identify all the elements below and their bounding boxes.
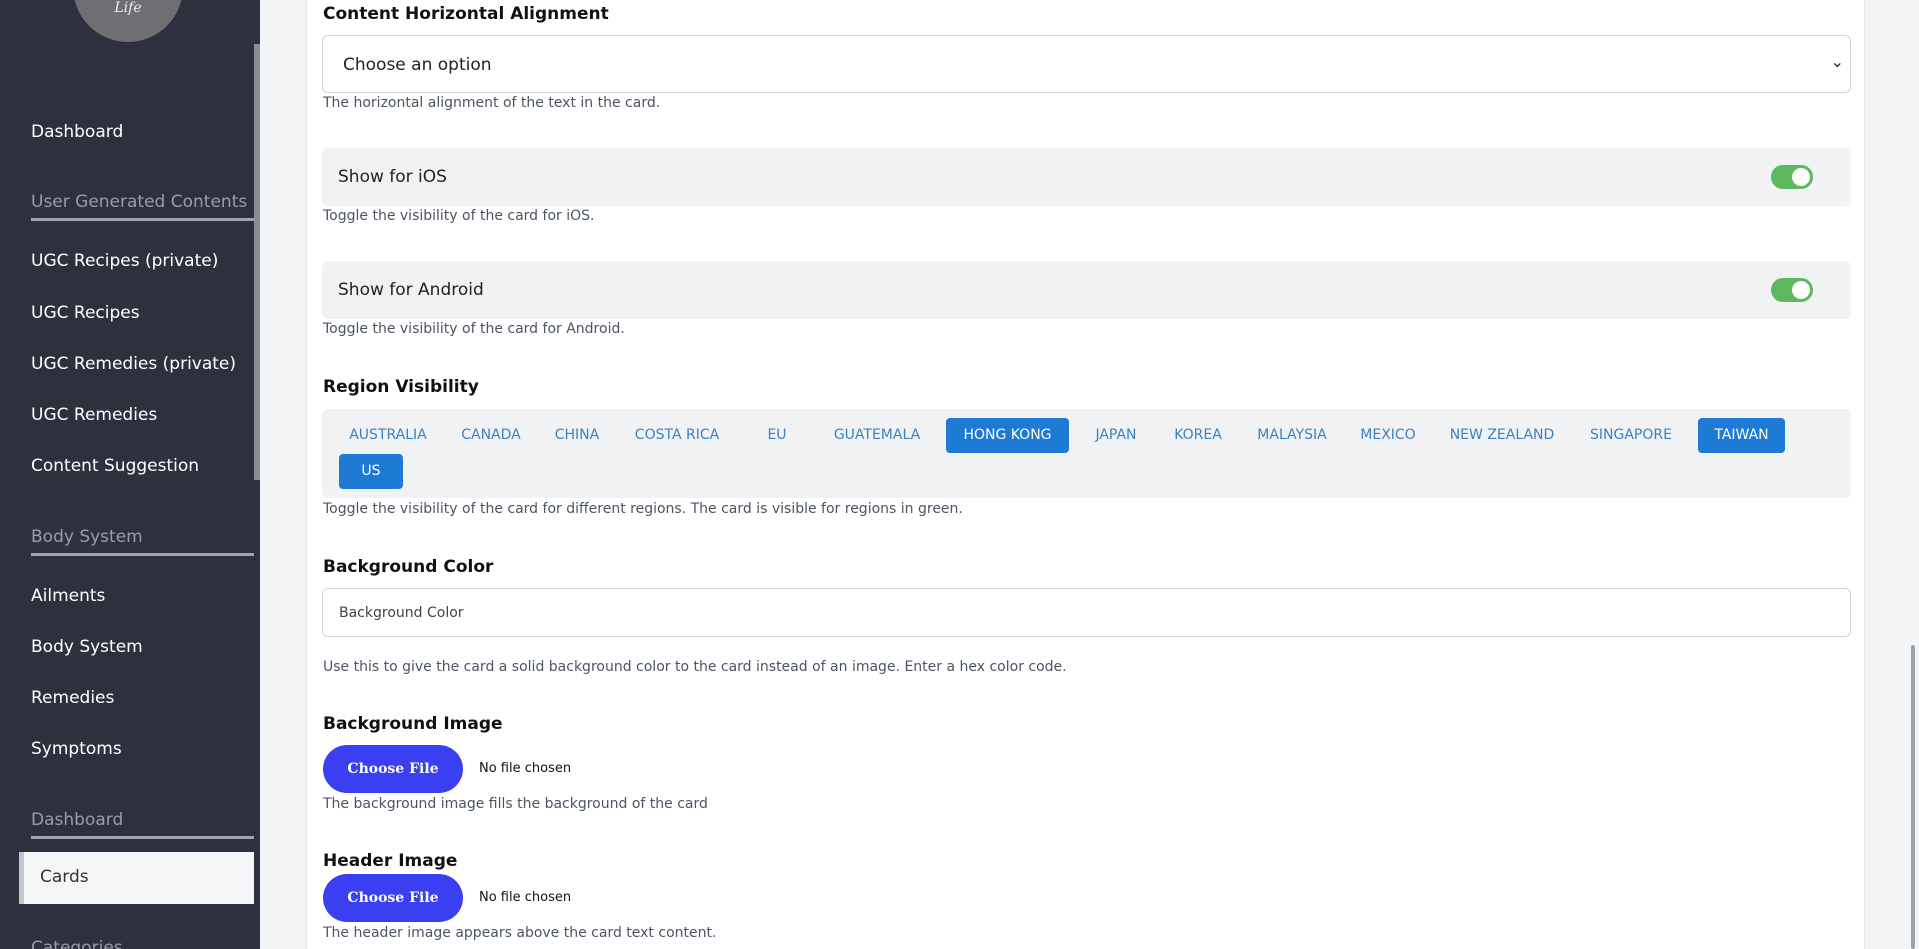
android-toggle-label: Show for Android [338,280,484,300]
header-image-file-status: No file chosen [479,890,572,905]
sidebar-scrollbar[interactable] [254,44,260,480]
sidebar-heading-ugc: User Generated Contents [31,192,254,221]
sidebar-item-cards[interactable]: Cards [19,852,254,904]
toggle-knob [1792,281,1810,299]
region-button-china[interactable]: CHINA [545,418,609,453]
chevron-down-icon: ⌄ [1830,52,1844,71]
background-image-choose-file-button[interactable]: Choose File [323,745,463,793]
android-help: Toggle the visibility of the card for An… [323,321,625,337]
region-button-costa-rica[interactable]: COSTA RICA [622,418,732,453]
background-color-input[interactable] [339,601,1829,625]
logo-text: Life [114,0,142,16]
region-button-malaysia[interactable]: MALAYSIA [1246,418,1338,453]
region-button-us[interactable]: US [339,454,403,489]
alignment-label: Content Horizontal Alignment [323,4,609,24]
sidebar-item-content-suggestion[interactable]: Content Suggestion [31,456,199,476]
region-button-guatemala[interactable]: GUATEMALA [822,418,932,453]
background-image-label: Background Image [323,714,503,734]
region-button-canada[interactable]: CANADA [450,418,532,453]
header-image-choose-file-button[interactable]: Choose File [323,874,463,922]
sidebar-item-ugc-recipes[interactable]: UGC Recipes [31,303,140,323]
region-button-hong-kong[interactable]: HONG KONG [946,418,1069,453]
region-button-taiwan[interactable]: TAIWAN [1698,418,1785,453]
sidebar-heading-dashboard: Dashboard [31,810,254,839]
region-button-korea[interactable]: KOREA [1163,418,1233,453]
region-button-singapore[interactable]: SINGAPORE [1579,418,1683,453]
sidebar-item-symptoms[interactable]: Symptoms [31,739,122,759]
background-image-file-status: No file chosen [479,761,572,776]
sidebar-item-dashboard[interactable]: Dashboard [31,122,123,142]
sidebar-item-label: Cards [40,867,89,887]
background-color-help: Use this to give the card a solid backgr… [323,659,1067,675]
background-color-field[interactable] [322,588,1851,637]
ios-help: Toggle the visibility of the card for iO… [323,208,595,224]
sidebar-item-ugc-recipes-private[interactable]: UGC Recipes (private) [31,251,218,271]
header-image-label: Header Image [323,851,458,871]
sidebar: Life Dashboard User Generated Contents U… [0,0,254,949]
page-scrollbar[interactable] [1911,645,1915,949]
region-button-japan[interactable]: JAPAN [1082,418,1150,453]
ios-toggle-row: Show for iOS [322,148,1851,206]
sidebar-item-body-system[interactable]: Body System [31,637,143,657]
sidebar-item-ugc-remedies[interactable]: UGC Remedies [31,405,157,425]
ios-toggle-label: Show for iOS [338,167,447,187]
ios-toggle[interactable] [1771,165,1813,189]
alignment-select-value: Choose an option [343,55,492,75]
region-button-eu[interactable]: EU [745,418,809,453]
region-button-mexico[interactable]: MEXICO [1351,418,1425,453]
background-image-help: The background image fills the backgroun… [323,796,708,812]
sidebar-heading-body-system: Body System [31,527,254,556]
alignment-help: The horizontal alignment of the text in … [323,95,661,111]
region-help: Toggle the visibility of the card for di… [323,501,963,517]
region-button-australia[interactable]: AUSTRALIA [339,418,437,453]
sidebar-item-ugc-remedies-private[interactable]: UGC Remedies (private) [31,354,236,374]
alignment-select[interactable]: Choose an option ⌄ [322,35,1851,93]
android-toggle[interactable] [1771,278,1813,302]
sidebar-heading-categories: Categories [31,938,123,949]
logo: Life [73,0,183,42]
region-button-new-zealand[interactable]: NEW ZEALAND [1438,418,1566,453]
toggle-knob [1792,168,1810,186]
android-toggle-row: Show for Android [322,261,1851,319]
sidebar-item-ailments[interactable]: Ailments [31,586,105,606]
header-image-help: The header image appears above the card … [323,925,717,941]
region-visibility-label: Region Visibility [323,377,479,397]
sidebar-item-remedies[interactable]: Remedies [31,688,114,708]
background-color-label: Background Color [323,557,494,577]
